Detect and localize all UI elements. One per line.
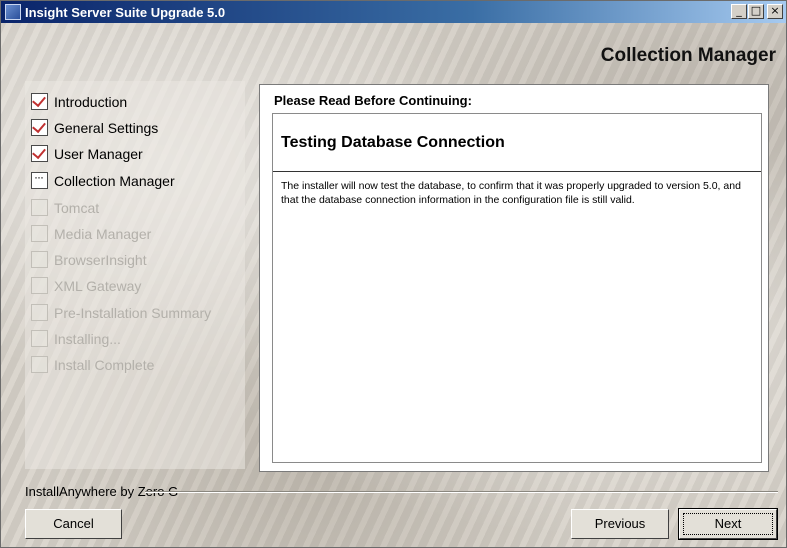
checkbox-empty-icon (31, 356, 48, 373)
checkbox-empty-icon (31, 225, 48, 242)
next-button[interactable]: Next (678, 508, 778, 540)
previous-button[interactable]: Previous (571, 509, 669, 539)
step-introduction: Introduction (31, 93, 127, 110)
focus-ring (683, 513, 773, 535)
step-label: Installing... (54, 330, 121, 347)
checkbox-empty-icon (31, 251, 48, 268)
step-user-manager: User Manager (31, 145, 143, 162)
checkbox-current-icon (31, 170, 48, 189)
checkbox-done-icon (31, 145, 48, 162)
step-label: User Manager (54, 145, 143, 162)
step-browserinsight: BrowserInsight (31, 251, 147, 268)
close-button[interactable]: × (767, 4, 783, 19)
step-installing: Installing... (31, 330, 121, 347)
step-label: General Settings (54, 119, 159, 136)
message-area[interactable]: Testing Database Connection The installe… (272, 113, 762, 463)
checkbox-empty-icon (31, 330, 48, 347)
step-label: Pre-Installation Summary (54, 304, 212, 321)
divider (273, 171, 761, 172)
title-bar[interactable]: Insight Server Suite Upgrade 5.0 _ □ × (1, 1, 786, 23)
message-title: Testing Database Connection (281, 134, 505, 151)
message-body: The installer will now test the database… (281, 180, 741, 206)
step-tomcat: Tomcat (31, 199, 99, 216)
window-title: Insight Server Suite Upgrade 5.0 (25, 4, 226, 20)
step-general-settings: General Settings (31, 119, 158, 136)
checkbox-empty-icon (31, 199, 48, 216)
step-label: Collection Manager (54, 172, 175, 189)
steps-panel: Introduction General Settings User Manag… (25, 81, 245, 469)
app-icon (5, 4, 21, 20)
step-label: Introduction (54, 93, 128, 110)
step-install-complete: Install Complete (31, 356, 154, 373)
step-label: Tomcat (54, 199, 100, 216)
step-xml-gateway: XML Gateway (31, 277, 141, 294)
step-collection-manager: Collection Manager (31, 170, 175, 189)
maximize-button[interactable]: □ (748, 4, 764, 19)
footer-divider (145, 491, 778, 493)
window-controls: _ □ × (730, 4, 783, 19)
step-label: BrowserInsight (54, 251, 147, 268)
cancel-button[interactable]: Cancel (25, 509, 122, 539)
content-panel: Please Read Before Continuing: Testing D… (259, 84, 769, 472)
installer-window: Insight Server Suite Upgrade 5.0 _ □ × C… (0, 0, 787, 548)
checkbox-empty-icon (31, 277, 48, 294)
content-heading: Please Read Before Continuing: (274, 93, 472, 108)
step-label: XML Gateway (54, 277, 142, 294)
minimize-button[interactable]: _ (731, 4, 747, 19)
step-label: Install Complete (54, 356, 155, 373)
page-title: Collection Manager (600, 45, 776, 66)
checkbox-empty-icon (31, 304, 48, 321)
step-media-manager: Media Manager (31, 225, 151, 242)
checkbox-done-icon (31, 93, 48, 110)
step-pre-installation-summary: Pre-Installation Summary (31, 304, 211, 321)
step-label: Media Manager (54, 225, 152, 242)
checkbox-done-icon (31, 119, 48, 136)
